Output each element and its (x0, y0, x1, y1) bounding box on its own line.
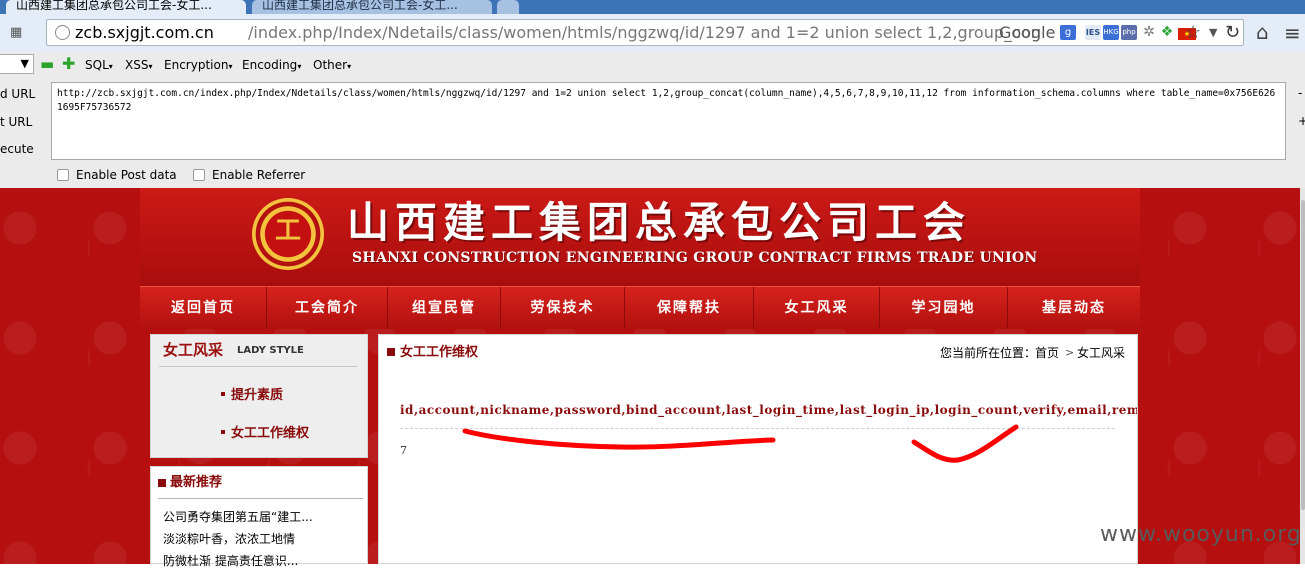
ie-tab-extension-icon[interactable]: IES (1085, 25, 1101, 40)
url-host: zcb.sxjgjt.com.cn (75, 23, 214, 42)
shrink-button[interactable]: - (1298, 86, 1302, 100)
site-banner: 工 山西建工集团总承包公司工会 SHANXI CONSTRUCTION ENGI… (140, 188, 1140, 286)
nav-item-learning[interactable]: 学习园地 (880, 287, 1008, 329)
plus-icon[interactable]: ✚ (62, 55, 75, 73)
enable-post-data-checkbox[interactable]: Enable Post data (57, 168, 177, 182)
divider (159, 366, 357, 367)
content-title: 女工工作维权 (400, 345, 479, 360)
square-bullet-icon (387, 348, 395, 356)
list-item[interactable]: 淡淡粽叶香，浓浓工地情 (163, 531, 295, 547)
checkbox-label: Enable Post data (76, 168, 177, 182)
menu-other[interactable]: Other (313, 58, 351, 74)
menu-icon[interactable]: ≡ (1284, 22, 1301, 44)
enable-referrer-checkbox[interactable]: Enable Referrer (193, 168, 305, 182)
execute-button[interactable]: ecute (0, 142, 34, 156)
nav-item-about[interactable]: 工会简介 (267, 287, 388, 329)
recommend-section: 最新推荐 公司勇夺集团第五届“建工... 淡淡粽叶香，浓浓工地情 防微杜渐 提高… (150, 466, 368, 568)
sidebar-title-en: LADY STYLE (237, 345, 304, 356)
hackbar-panel: ▼ ▬ ✚ SQL XSS Encryption Encoding Other … (0, 52, 1305, 189)
reload-icon[interactable]: ↻ (1225, 22, 1240, 44)
breadcrumb-home-link[interactable]: 首页 (1035, 345, 1059, 361)
chevron-down-icon[interactable]: ▼ (1209, 25, 1217, 41)
list-item[interactable]: 公司勇夺集团第五届“建工... (163, 509, 313, 525)
sidebar-section: 女工风采 LADY STYLE 提升素质 女工工作维权 (150, 334, 368, 458)
menu-encryption[interactable]: Encryption (164, 58, 232, 74)
breadcrumb-prefix: 您当前所在位置： (940, 346, 1037, 360)
tab-inactive[interactable]: 山西建工集团总承包公司工会-女工... (252, 0, 492, 14)
nav-item-support[interactable]: 保障帮扶 (625, 287, 754, 329)
sidebar-item-label: 提升素质 (231, 388, 284, 403)
new-tab-button[interactable] (497, 0, 519, 14)
nav-item-publicity[interactable]: 组宣民管 (388, 287, 501, 329)
scrollbar-thumb[interactable] (1301, 200, 1305, 510)
split-url-button[interactable]: t URL (0, 115, 32, 129)
gear-extension-icon[interactable]: ✲ (1141, 25, 1157, 40)
checkbox-label: Enable Referrer (212, 168, 306, 182)
tab-strip: 山西建工集团总承包公司工会-女工... 山西建工集团总承包公司工会-女工... (0, 0, 1305, 14)
bookmark-star-icon[interactable]: ☆ (1185, 23, 1201, 43)
search-engine-label: Google (999, 23, 1056, 42)
nav-item-home[interactable]: 返回首页 (140, 287, 267, 329)
hackbar-url-textarea[interactable]: http://zcb.sxjgjt.com.cn/index.php/Index… (51, 82, 1286, 160)
list-item[interactable]: 防微杜渐 提高责任意识... (163, 553, 298, 569)
sidebar-title: 女工风采 (163, 341, 224, 359)
menu-encoding[interactable]: Encoding (242, 58, 301, 74)
divider (400, 428, 1115, 429)
injected-column-list: id,account,nickname,password,bind_accoun… (400, 403, 1137, 417)
minus-icon[interactable]: ▬ (40, 56, 54, 72)
nav-item-grassroots[interactable]: 基层动态 (1008, 287, 1140, 329)
main-content: 女工工作维权 您当前所在位置： 首页 > 女工风采 id,account,nic… (378, 334, 1138, 564)
address-bar[interactable]: zcb.sxjgjt.com.cn /index.php/Index/Ndeta… (46, 19, 1244, 46)
url-path: /index.php/Index/Ndetails/class/women/ht… (248, 23, 1042, 42)
tab-active[interactable]: 山西建工集团总承包公司工会-女工... (6, 0, 246, 14)
apps-grid-icon[interactable]: ▦ (10, 26, 26, 40)
bullet-icon (221, 430, 225, 434)
menu-sql[interactable]: SQL (85, 58, 113, 74)
bullet-icon (221, 392, 225, 396)
menu-xss[interactable]: XSS (125, 58, 152, 74)
sidebar-item-quality[interactable]: 提升素质 (221, 388, 283, 404)
injected-value: 7 (400, 444, 407, 457)
hkg-extension-icon[interactable]: HKG (1103, 25, 1119, 40)
logo-mark-icon: 工 (274, 216, 301, 246)
nav-item-labor-tech[interactable]: 劳保技术 (501, 287, 625, 329)
hackbar-select[interactable]: ▼ (0, 54, 34, 74)
windows-extension-icon[interactable]: ❖ (1159, 25, 1175, 40)
divider (158, 498, 363, 499)
site-title: 山西建工集团总承包公司工会 (347, 198, 972, 247)
nav-item-women[interactable]: 女工风采 (754, 287, 880, 329)
square-bullet-icon (158, 479, 166, 487)
breadcrumb-separator: > (1065, 346, 1075, 359)
site-subtitle: SHANXI CONSTRUCTION ENGINEERING GROUP CO… (352, 250, 1038, 266)
main-nav: 返回首页 工会简介 组宣民管 劳保技术 保障帮扶 女工风采 学习园地 基层动态 (140, 286, 1140, 329)
sidebar-item-label: 女工工作维权 (231, 426, 310, 441)
php-extension-icon[interactable]: php (1121, 25, 1137, 40)
watermark: www.wooyun.org (1100, 522, 1302, 547)
load-url-button[interactable]: d URL (0, 87, 35, 101)
browser-toolbar: ▦ zcb.sxjgjt.com.cn /index.php/Index/Nde… (0, 14, 1305, 53)
breadcrumb-current-link[interactable]: 女工风采 (1077, 345, 1125, 361)
globe-icon (55, 25, 70, 40)
recommend-title: 最新推荐 (170, 475, 223, 490)
sidebar-item-rights[interactable]: 女工工作维权 (221, 426, 309, 442)
google-extension-icon[interactable]: g (1060, 25, 1076, 40)
home-icon[interactable]: ⌂ (1256, 20, 1269, 44)
expand-button[interactable]: + (1298, 114, 1305, 128)
